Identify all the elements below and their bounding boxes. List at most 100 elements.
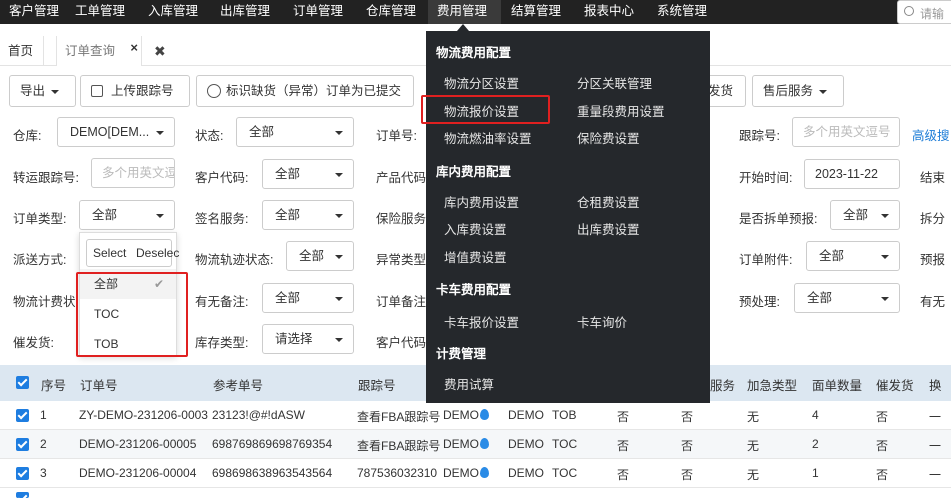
row-checkbox[interactable] (16, 409, 29, 422)
exception-type-label: 异常类型 (376, 253, 427, 267)
urgent-cell: 无 (747, 410, 760, 424)
menu-fuel-rate[interactable]: 物流燃油率设置 (444, 128, 532, 147)
select-all-checkbox[interactable] (16, 376, 29, 389)
urge-label: 催发货: (13, 336, 54, 350)
nav-inbound[interactable]: 入库管理 (139, 0, 207, 24)
menu-logistics-zone[interactable]: 物流分区设置 (444, 73, 519, 92)
urgent-cell: 无 (747, 439, 760, 453)
order-no-link[interactable]: DEMO-231206-00005 (79, 437, 196, 451)
section-warehouse-fee: 库内费用配置 (436, 165, 512, 179)
c1-cell: 否 (617, 439, 630, 453)
warehouse-select[interactable]: DEMO[DEM... (57, 117, 175, 147)
urge-cell: 否 (876, 410, 889, 424)
table-row[interactable]: 1 ZY-DEMO-231206-0003 23123!@#!dASW 查看FB… (0, 401, 951, 430)
type-cell: TOC (552, 437, 578, 451)
order-no-link[interactable]: DEMO-231206-00004 (79, 466, 196, 480)
upload-tracking-button[interactable]: 上传跟踪号 (80, 75, 190, 107)
col-label-count: 面单数量 (812, 379, 863, 393)
col-tracking: 跟踪号 (358, 379, 396, 393)
tracking-input[interactable]: 多个用英文逗号 (792, 117, 900, 147)
close-all-tabs-icon[interactable]: ✖ (154, 36, 166, 66)
nav-outbound[interactable]: 出库管理 (211, 0, 279, 24)
nav-fees[interactable]: 费用管理 (428, 0, 501, 24)
nav-customer[interactable]: 客户管理 (0, 0, 68, 24)
customer-code2-label: 客户代码 (376, 336, 427, 350)
customer-code-select[interactable]: 全部 (262, 159, 354, 189)
tracking-status-select[interactable]: 全部 (286, 241, 354, 271)
tab-close-icon[interactable]: × (130, 33, 138, 63)
order-no-link[interactable]: ZY-DEMO-231206-0003 (79, 408, 208, 422)
after-sales-button[interactable]: 售后服务 (752, 75, 844, 107)
chevron-down-icon (156, 131, 164, 135)
chevron-down-icon (335, 297, 343, 301)
menu-warehouse-fee[interactable]: 库内费用设置 (444, 192, 519, 211)
menu-inbound-fee[interactable]: 入库费设置 (444, 219, 507, 238)
deselect-all-button[interactable]: Deselec (136, 246, 179, 260)
menu-truck-quote[interactable]: 卡车报价设置 (444, 312, 519, 331)
menu-weight-fee[interactable]: 重量段费用设置 (577, 101, 665, 120)
export-button[interactable]: 导出 (9, 75, 76, 107)
forecast-label: 预报 (920, 253, 946, 267)
select-all-button[interactable]: Select (93, 246, 126, 260)
tracking-link[interactable]: 查看FBA跟踪号 (357, 437, 440, 454)
nav-settlement[interactable]: 结算管理 (502, 0, 570, 24)
col-urgent-type: 加急类型 (747, 379, 798, 393)
order-type-select[interactable]: 全部 (79, 200, 175, 230)
table-row-partial (0, 488, 951, 498)
remark-select[interactable]: 全部 (262, 283, 354, 313)
swap-cell: 一 (929, 410, 942, 424)
status-select[interactable]: 全部 (236, 117, 354, 147)
insurance-label: 保险服务 (376, 212, 427, 226)
row-checkbox[interactable] (16, 438, 29, 451)
advanced-search-link[interactable]: 高级搜 (912, 125, 950, 144)
order-attachment-select[interactable]: 全部 (806, 241, 900, 271)
row-checkbox[interactable] (16, 492, 29, 498)
nav-warehouse[interactable]: 仓库管理 (357, 0, 425, 24)
status-label: 状态: (195, 129, 224, 143)
mark-missing-button[interactable]: 标识缺货（异常）订单为已提交 (196, 75, 414, 107)
transfer-tracking-label: 转运跟踪号: (13, 171, 79, 185)
top-search-input[interactable]: 请输 (897, 0, 951, 24)
chevron-down-icon (881, 255, 889, 259)
sign-service-label: 签名服务: (195, 212, 249, 226)
nav-reports[interactable]: 报表中心 (575, 0, 643, 24)
menu-zone-relation[interactable]: 分区关联管理 (577, 73, 652, 92)
c2-cell: 否 (681, 439, 694, 453)
split-forecast-select[interactable]: 全部 (830, 200, 900, 230)
tab-order-query[interactable]: 订单查询 × (56, 36, 142, 66)
tracking-label: 跟踪号: (739, 129, 780, 143)
tracking-link[interactable]: 查看FBA跟踪号 (357, 408, 440, 425)
ref-no: 698698638963543564 (212, 466, 333, 480)
transfer-tracking-input[interactable]: 多个用英文逗 (91, 158, 175, 188)
order-attachment-label: 订单附件: (739, 253, 793, 267)
stock-type-label: 库存类型: (195, 336, 249, 350)
preprocess-label: 预处理: (739, 295, 780, 309)
stock-type-select[interactable]: 请选择 (262, 324, 354, 354)
tab-home[interactable]: 首页 (0, 36, 44, 66)
menu-fee-trial[interactable]: 费用试算 (444, 374, 494, 393)
col-service: 服务 (710, 379, 736, 393)
menu-truck-inquiry[interactable]: 卡车询价 (577, 312, 627, 331)
nav-orders[interactable]: 订单管理 (284, 0, 352, 24)
nav-system[interactable]: 系统管理 (648, 0, 716, 24)
menu-insurance-fee[interactable]: 保险费设置 (577, 128, 640, 147)
nav-workorder[interactable]: 工单管理 (66, 0, 134, 24)
section-logistics-fee: 物流费用配置 (436, 46, 512, 60)
menu-value-added-fee[interactable]: 增值费设置 (444, 247, 507, 266)
order-type-label: 订单类型: (13, 212, 67, 226)
menu-storage-fee[interactable]: 仓租费设置 (577, 192, 640, 211)
urgent-cell: 无 (747, 468, 760, 482)
preprocess-select[interactable]: 全部 (794, 283, 900, 313)
highlight-box-order-type (76, 272, 188, 357)
row-checkbox[interactable] (16, 467, 29, 480)
warehouse-label: 仓库: (13, 129, 42, 143)
chevron-down-icon (335, 255, 343, 259)
highlight-box-logistics-quote (421, 95, 550, 124)
sign-service-select[interactable]: 全部 (262, 200, 354, 230)
table-row[interactable]: 2 DEMO-231206-00005 698769869698769354 查… (0, 430, 951, 459)
start-time-input[interactable]: 2023-11-22 (804, 159, 900, 189)
table-row[interactable]: 3 DEMO-231206-00004 698698638963543564 7… (0, 459, 951, 488)
tracking-link[interactable]: 787536032310 (357, 466, 437, 480)
labels-cell: 2 (812, 437, 819, 451)
menu-outbound-fee[interactable]: 出库费设置 (577, 219, 640, 238)
